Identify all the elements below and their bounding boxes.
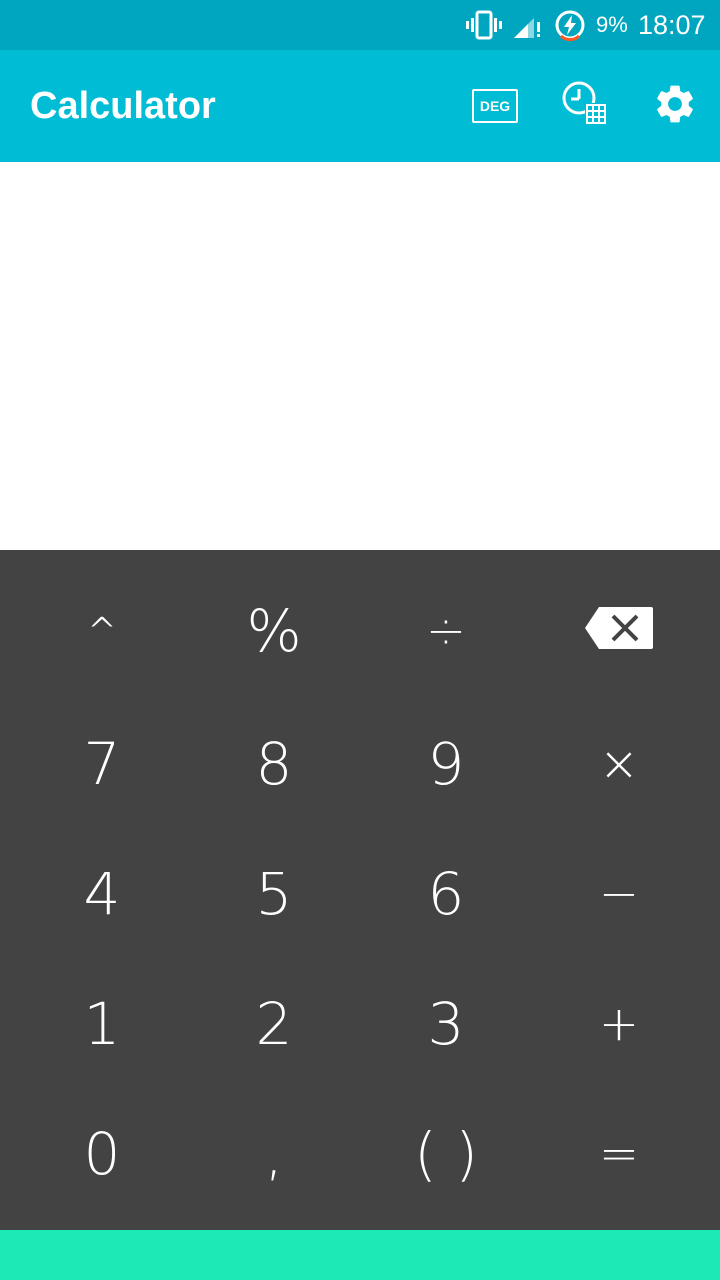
digit-3-key[interactable]: 3 — [360, 959, 532, 1089]
app-bar: Calculator DEG — [0, 50, 720, 162]
digit-6-key[interactable]: 6 — [360, 829, 532, 959]
battery-charging-icon — [553, 0, 587, 50]
app-title: Calculator — [30, 85, 216, 127]
settings-button[interactable] — [647, 78, 703, 134]
deg-icon: DEG — [472, 89, 518, 123]
decimal-comma-key[interactable]: , — [188, 1089, 360, 1219]
digit-7-key[interactable]: 7 — [16, 699, 188, 829]
keypad: ^ % ÷ 7 8 9 × 4 5 6 − 1 2 3 + 0 , ( ) = — [0, 550, 720, 1230]
signal-icon — [512, 0, 544, 50]
history-button[interactable] — [557, 78, 613, 134]
result-display — [0, 162, 720, 550]
advanced-panel-handle[interactable] — [0, 1230, 720, 1280]
add-key[interactable]: + — [533, 959, 705, 1089]
battery-percent: 9% — [596, 12, 628, 37]
digit-0-key[interactable]: 0 — [16, 1089, 188, 1219]
percent-key[interactable]: % — [188, 566, 360, 696]
backspace-key[interactable] — [533, 566, 705, 696]
digit-1-key[interactable]: 1 — [16, 959, 188, 1089]
power-key[interactable]: ^ — [16, 566, 188, 696]
digit-5-key[interactable]: 5 — [188, 829, 360, 959]
status-bar: 9% 18:07 — [0, 0, 720, 50]
settings-icon — [652, 81, 698, 132]
subtract-key[interactable]: − — [533, 829, 705, 959]
multiply-key[interactable]: × — [533, 699, 705, 829]
digit-2-key[interactable]: 2 — [188, 959, 360, 1089]
vibrate-icon — [466, 0, 502, 50]
backspace-icon — [583, 597, 655, 665]
digit-9-key[interactable]: 9 — [360, 699, 532, 829]
history-icon — [559, 79, 611, 134]
clock: 18:07 — [638, 10, 706, 40]
digit-8-key[interactable]: 8 — [188, 699, 360, 829]
digit-4-key[interactable]: 4 — [16, 829, 188, 959]
parentheses-key[interactable]: ( ) — [360, 1089, 532, 1219]
angle-mode-label: DEG — [479, 98, 511, 114]
divide-key[interactable]: ÷ — [360, 566, 532, 696]
equals-key[interactable]: = — [533, 1089, 705, 1219]
deg-button[interactable]: DEG — [467, 78, 523, 134]
